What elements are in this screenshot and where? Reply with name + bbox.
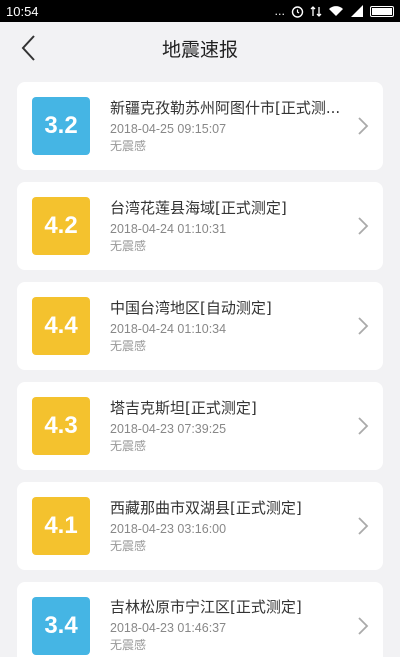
- magnitude-badge: 3.4: [32, 597, 90, 655]
- felt-text: 无震感: [110, 139, 147, 153]
- time-text: 2018-04-24 01:10:34: [110, 322, 227, 336]
- status-icons: ...: [274, 4, 394, 18]
- felt-text: 无震感: [110, 239, 147, 253]
- time-text: 2018-04-23 01:46:37: [110, 621, 227, 635]
- felt-text: 无震感: [110, 539, 147, 553]
- magnitude-badge: 4.1: [32, 497, 90, 555]
- location-text: 吉林松原市宁江区[正式测定]: [110, 598, 302, 616]
- wifi-icon: [329, 6, 343, 16]
- chevron-right-icon: [358, 617, 369, 635]
- more-dots-icon: ...: [274, 4, 286, 18]
- back-button[interactable]: [12, 32, 44, 64]
- magnitude-badge: 4.4: [32, 297, 90, 355]
- earthquake-list-item[interactable]: 4.1 西藏那曲市双湖县[正式测定] 2018-04-23 03:16:00 无…: [17, 482, 383, 570]
- cell-signal-icon: [351, 5, 363, 17]
- time-text: 2018-04-24 01:10:31: [110, 222, 227, 236]
- location-text: 台湾花莲县海域[正式测定]: [110, 199, 287, 217]
- battery-icon: [370, 5, 394, 17]
- felt-text: 无震感: [110, 339, 147, 353]
- magnitude-badge: 4.2: [32, 197, 90, 255]
- felt-text: 无震感: [110, 638, 147, 652]
- chevron-right-icon: [358, 417, 369, 435]
- data-arrows-icon: [310, 5, 322, 17]
- time-text: 2018-04-25 09:15:07: [110, 122, 227, 136]
- magnitude-badge: 3.2: [32, 97, 90, 155]
- status-time: 10:54: [6, 3, 39, 19]
- felt-text: 无震感: [110, 439, 147, 453]
- earthquake-list-item[interactable]: 3.4 吉林松原市宁江区[正式测定] 2018-04-23 01:46:37 无…: [17, 582, 383, 657]
- location-text: 中国台湾地区[自动测定]: [110, 299, 272, 317]
- location-text: 新疆克孜勒苏州阿图什市[正式测...: [110, 99, 341, 117]
- earthquake-list-item[interactable]: 4.4 中国台湾地区[自动测定] 2018-04-24 01:10:34 无震感: [17, 282, 383, 370]
- alarm-icon: [291, 5, 304, 18]
- page-title: 地震速报: [161, 38, 238, 61]
- chevron-right-icon: [358, 317, 369, 335]
- earthquake-list-item[interactable]: 4.3 塔吉克斯坦[正式测定] 2018-04-23 07:39:25 无震感: [17, 382, 383, 470]
- chevron-right-icon: [358, 517, 369, 535]
- time-text: 2018-04-23 07:39:25: [110, 422, 227, 436]
- magnitude-badge: 4.3: [32, 397, 90, 455]
- time-text: 2018-04-23 03:16:00: [110, 522, 227, 536]
- chevron-right-icon: [358, 217, 369, 235]
- chevron-right-icon: [358, 117, 369, 135]
- back-arrow-icon: [21, 35, 35, 61]
- location-text: 西藏那曲市双湖县[正式测定]: [110, 499, 302, 517]
- earthquake-list-item[interactable]: 4.2 台湾花莲县海域[正式测定] 2018-04-24 01:10:31 无震…: [17, 182, 383, 270]
- top-nav-bar: 地震速报: [0, 22, 400, 74]
- location-text: 塔吉克斯坦[正式测定]: [110, 399, 257, 417]
- earthquake-list-item[interactable]: 3.2 新疆克孜勒苏州阿图什市[正式测... 2018-04-25 09:15:…: [17, 82, 383, 170]
- status-bar: 10:54 ...: [0, 0, 400, 22]
